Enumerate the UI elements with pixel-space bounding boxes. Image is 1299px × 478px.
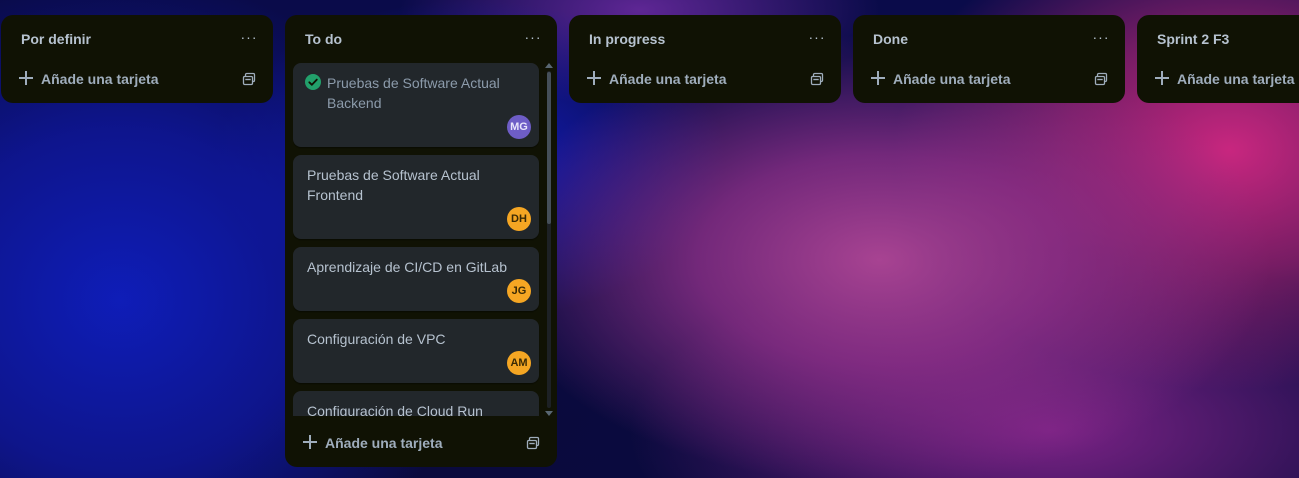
list-title[interactable]: Done xyxy=(873,31,908,47)
plus-icon xyxy=(587,71,601,85)
card[interactable]: Pruebas de Software Actual Frontend DH xyxy=(293,155,539,239)
list-header[interactable]: Por definir ··· xyxy=(1,15,273,63)
add-card-label: Añade una tarjeta xyxy=(609,71,727,87)
list-menu-button[interactable]: ··· xyxy=(1087,27,1115,51)
list-menu-button[interactable]: ··· xyxy=(519,27,547,51)
scroll-up-arrow-icon[interactable] xyxy=(545,63,553,68)
card-title: Configuración de Cloud Run xyxy=(307,403,483,416)
list-por-definir: Por definir ··· Añade una tarjeta xyxy=(1,15,273,103)
list-title[interactable]: Sprint 2 F3 xyxy=(1157,31,1229,47)
plus-icon xyxy=(1155,71,1169,85)
add-card-button[interactable]: Añade una tarjeta xyxy=(1145,63,1299,95)
add-card-label: Añade una tarjeta xyxy=(325,435,443,451)
member-avatar[interactable]: MG xyxy=(507,115,531,139)
add-card-button[interactable]: Añade una tarjeta xyxy=(9,63,265,95)
list-sprint-2-f3: Sprint 2 F3 Añade una tarjeta xyxy=(1137,15,1299,103)
card-title: Aprendizaje de CI/CD en GitLab xyxy=(307,259,507,275)
add-card-button[interactable]: Añade una tarjeta xyxy=(293,427,549,459)
scroll-down-arrow-icon[interactable] xyxy=(545,411,553,416)
list-header[interactable]: To do ··· xyxy=(285,15,557,63)
list-menu-button[interactable]: ··· xyxy=(235,27,263,51)
card-template-icon[interactable] xyxy=(526,436,540,450)
add-card-button[interactable]: Añade una tarjeta xyxy=(577,63,833,95)
list-title[interactable]: In progress xyxy=(589,31,665,47)
list-to-do: To do ··· Pruebas de Software Actual Bac… xyxy=(285,15,557,467)
card-title: Pruebas de Software Actual Backend xyxy=(327,75,500,111)
plus-icon xyxy=(19,71,33,85)
list-done: Done ··· Añade una tarjeta xyxy=(853,15,1125,103)
card[interactable]: Pruebas de Software Actual Backend MG xyxy=(293,63,539,147)
member-avatar[interactable]: JG xyxy=(507,279,531,303)
card-title: Configuración de VPC xyxy=(307,331,446,347)
plus-icon xyxy=(303,435,317,449)
scroll-thumb[interactable] xyxy=(547,72,551,224)
list-header[interactable]: Sprint 2 F3 xyxy=(1137,15,1299,63)
list-menu-button[interactable]: ··· xyxy=(803,27,831,51)
cards-scrollbar[interactable] xyxy=(545,63,553,416)
add-card-label: Añade una tarjeta xyxy=(893,71,1011,87)
card-template-icon[interactable] xyxy=(1094,72,1108,86)
member-avatar[interactable]: AM xyxy=(507,351,531,375)
card[interactable]: Configuración de Cloud Run xyxy=(293,391,539,416)
add-card-button[interactable]: Añade una tarjeta xyxy=(861,63,1117,95)
add-card-label: Añade una tarjeta xyxy=(1177,71,1295,87)
add-card-label: Añade una tarjeta xyxy=(41,71,159,87)
member-avatar[interactable]: DH xyxy=(507,207,531,231)
card-list: Pruebas de Software Actual Backend MG Pr… xyxy=(293,63,549,416)
list-header[interactable]: Done ··· xyxy=(853,15,1125,63)
card[interactable]: Aprendizaje de CI/CD en GitLab JG xyxy=(293,247,539,311)
list-title[interactable]: Por definir xyxy=(21,31,91,47)
plus-icon xyxy=(871,71,885,85)
list-header[interactable]: In progress ··· xyxy=(569,15,841,63)
list-title[interactable]: To do xyxy=(305,31,342,47)
card-template-icon[interactable] xyxy=(810,72,824,86)
check-circle-icon[interactable] xyxy=(305,74,321,90)
card[interactable]: Configuración de VPC AM xyxy=(293,319,539,383)
card-title: Pruebas de Software Actual Frontend xyxy=(307,167,480,203)
card-template-icon[interactable] xyxy=(242,72,256,86)
list-in-progress: In progress ··· Añade una tarjeta xyxy=(569,15,841,103)
